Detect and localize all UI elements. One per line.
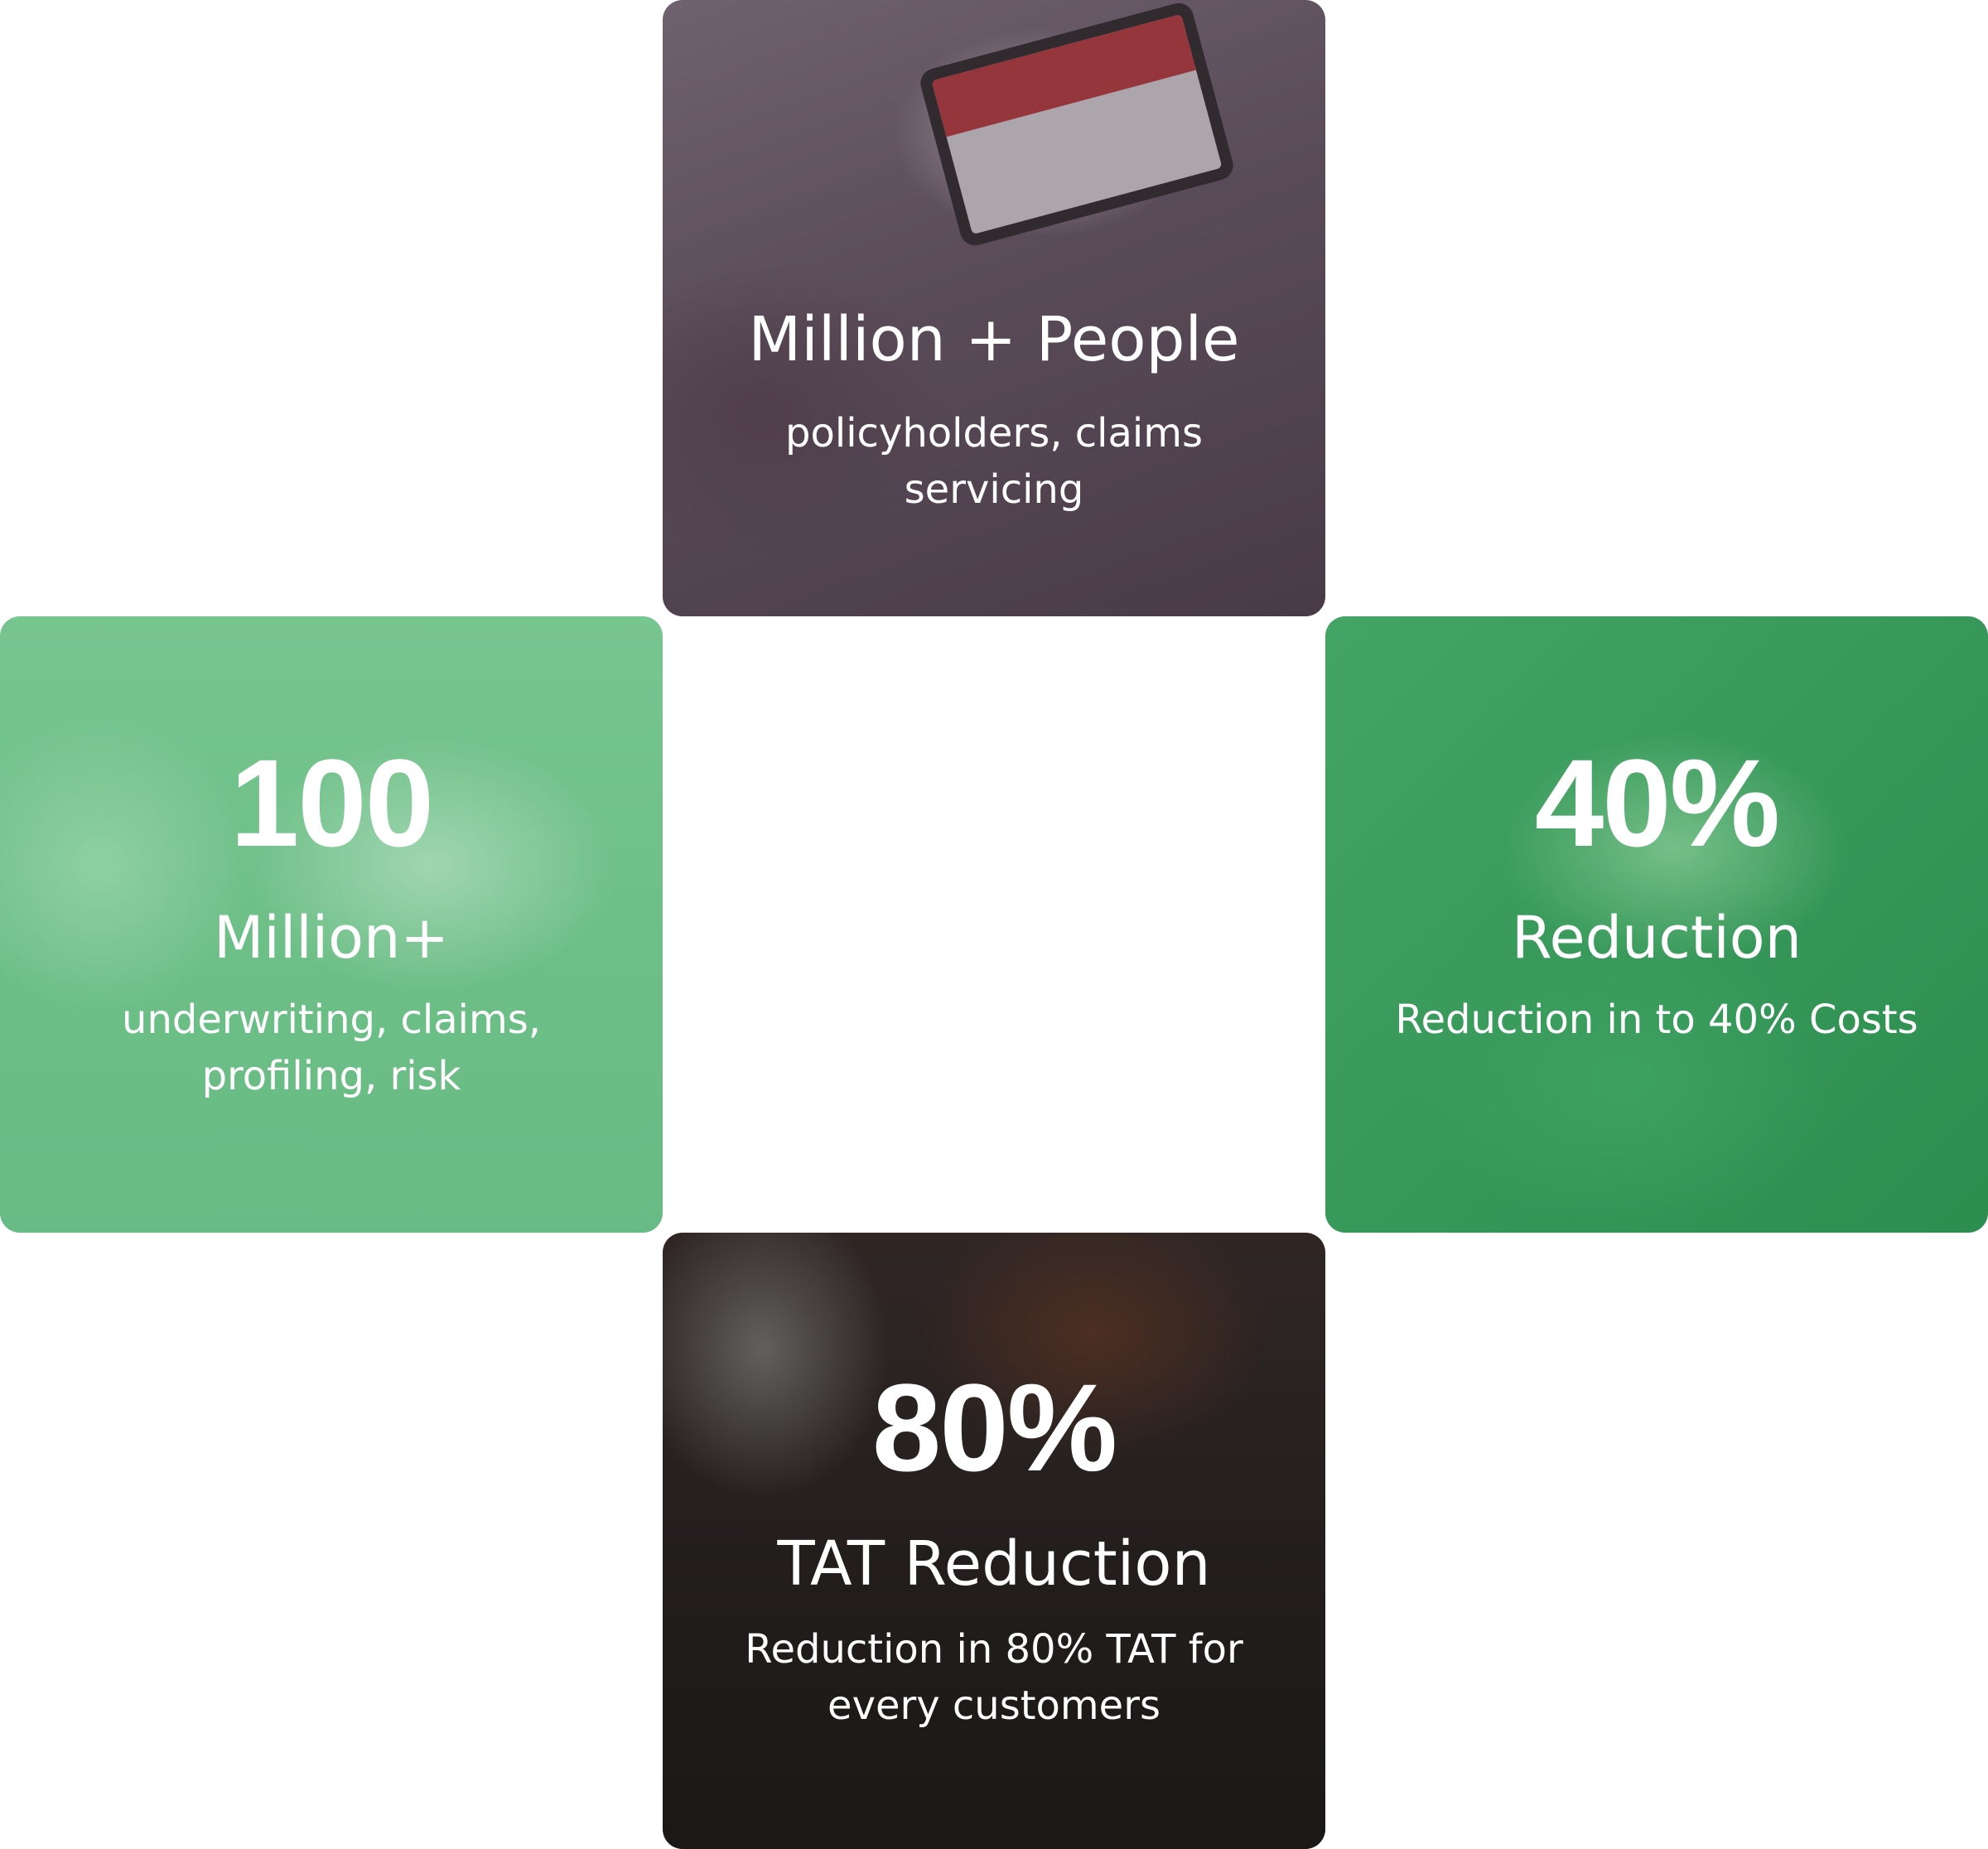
card-heading: TAT Reduction	[777, 1528, 1211, 1600]
stat-card-million-people: Million + People policyholders, claims s…	[663, 0, 1325, 616]
card-subtitle: policyholders, claims servicing	[785, 410, 1203, 514]
card-content: 100 Million+ underwriting, claims, profi…	[0, 741, 663, 1104]
card-heading: Million+	[213, 904, 450, 972]
card-heading: Million + People	[748, 304, 1240, 375]
card-subtitle: Reduction in to 40% Costs	[1395, 997, 1918, 1043]
stat-card-40-percent: 40% Reduction Reduction in to 40% Costs	[1325, 616, 1988, 1233]
card-stat-number: 40%	[1534, 733, 1780, 872]
card-content: 80% TAT Reduction Reduction in 80% TAT f…	[663, 1365, 1325, 1734]
card-content: 40% Reduction Reduction in to 40% Costs	[1325, 741, 1988, 1048]
card-stat-number: 100	[229, 733, 434, 872]
stat-card-100-million: 100 Million+ underwriting, claims, profi…	[0, 616, 663, 1233]
card-content: Million + People policyholders, claims s…	[663, 304, 1325, 518]
card-subtitle: Reduction in 80% TAT for every customers	[745, 1626, 1243, 1730]
stat-card-80-percent: 80% TAT Reduction Reduction in 80% TAT f…	[663, 1233, 1325, 1849]
card-heading: Reduction	[1512, 904, 1802, 972]
card-stat-number: 80%	[871, 1358, 1117, 1497]
card-subtitle: underwriting, claims, profiling, risk	[122, 997, 541, 1099]
